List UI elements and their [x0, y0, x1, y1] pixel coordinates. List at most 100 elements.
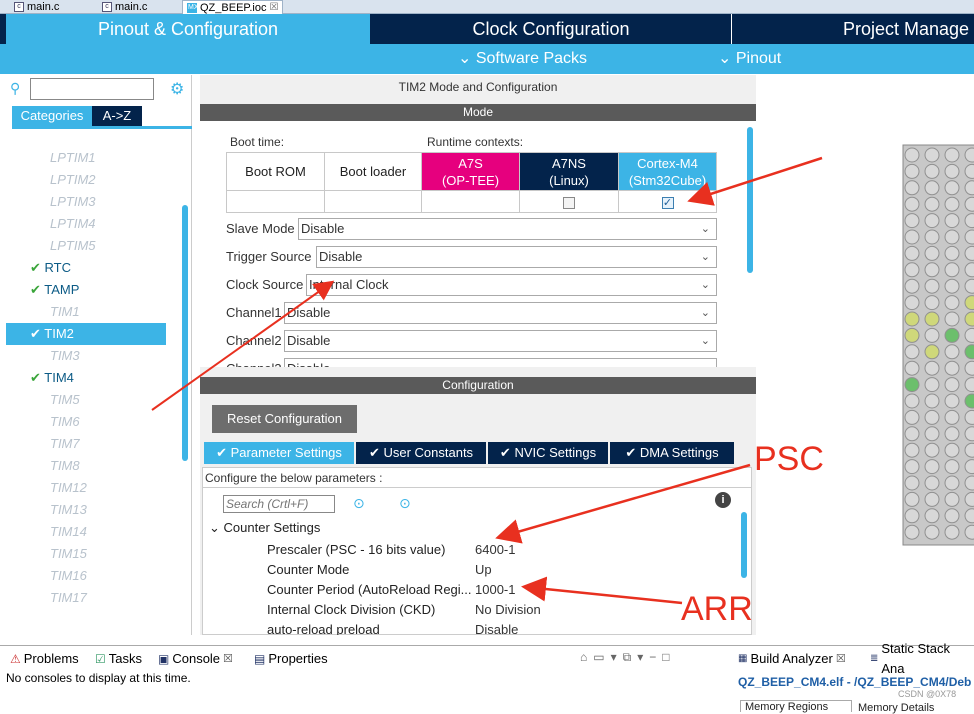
parameter-value[interactable]: Disable — [475, 622, 518, 635]
chip-package[interactable] — [762, 75, 974, 635]
pin-ball[interactable] — [904, 442, 920, 458]
tab-problems[interactable]: ⚠ Problems — [10, 649, 79, 669]
pin-ball[interactable] — [904, 278, 920, 294]
tab-clock-configuration[interactable]: Clock Configuration — [370, 14, 732, 44]
pin-ball[interactable] — [904, 360, 920, 376]
tab-categories[interactable]: Categories — [12, 106, 92, 126]
pin-ball[interactable] — [924, 491, 940, 507]
close-icon[interactable]: ☒ — [269, 2, 278, 14]
parameter-value[interactable]: Up — [475, 562, 492, 577]
pin-ball[interactable] — [924, 196, 940, 212]
pin-ball[interactable] — [904, 475, 920, 491]
pin-ball[interactable] — [964, 147, 974, 163]
next-icon[interactable]: ⊙ — [399, 495, 411, 512]
peripheral-item[interactable]: TIM7 — [6, 433, 166, 455]
tab-project-manager[interactable]: Project Manage — [733, 14, 974, 44]
reset-configuration-button[interactable]: Reset Configuration — [212, 405, 357, 433]
pin-ball[interactable] — [924, 180, 940, 196]
pin-ball[interactable] — [944, 262, 960, 278]
peripheral-item[interactable]: LPTIM2 — [6, 169, 166, 191]
pin-ball[interactable] — [904, 229, 920, 245]
parameter-search-input[interactable] — [223, 495, 335, 513]
pin-ball[interactable] — [964, 327, 974, 343]
peripheral-item[interactable]: TIM6 — [6, 411, 166, 433]
pin-ball[interactable] — [924, 278, 940, 294]
tab-user-constants[interactable]: ✔ User Constants — [356, 442, 486, 464]
pin-ball[interactable] — [924, 213, 940, 229]
cortex-m4-checkbox[interactable]: ✓ — [661, 196, 674, 209]
mode-field-select[interactable]: Disable ⌄ — [284, 358, 717, 367]
pin-ball[interactable] — [964, 491, 974, 507]
peripheral-item[interactable]: TIM15 — [6, 543, 166, 565]
pin-ball[interactable] — [904, 344, 920, 360]
peripheral-item[interactable]: TIM14 — [6, 521, 166, 543]
previous-icon[interactable]: ⊙ — [353, 495, 365, 512]
pin-ball[interactable] — [964, 475, 974, 491]
pin-ball[interactable] — [944, 491, 960, 507]
pin-ball[interactable] — [924, 475, 940, 491]
peripheral-item[interactable]: TIM5 — [6, 389, 166, 411]
peripheral-item[interactable]: LPTIM3 — [6, 191, 166, 213]
peripheral-item[interactable]: ✔ RTC — [6, 257, 166, 279]
tab-a-z[interactable]: A->Z — [92, 106, 142, 126]
pin-ball[interactable] — [904, 213, 920, 229]
pin-ball[interactable] — [964, 229, 974, 245]
pin-ball[interactable] — [904, 163, 920, 179]
pin-ball[interactable] — [924, 393, 940, 409]
pin-ball[interactable] — [944, 377, 960, 393]
parameter-value[interactable]: 6400-1 — [475, 542, 515, 557]
pin-ball[interactable] — [924, 426, 940, 442]
pin-ball[interactable] — [944, 344, 960, 360]
tab-nvic-settings[interactable]: ✔ NVIC Settings — [488, 442, 608, 464]
mode-field-select[interactable]: Disable ⌄ — [284, 302, 717, 324]
pin-ball[interactable] — [904, 327, 920, 343]
pin-ball[interactable] — [904, 262, 920, 278]
a7ns-checkbox[interactable] — [563, 196, 575, 209]
pin-ball[interactable] — [944, 295, 960, 311]
pin-ball[interactable] — [904, 196, 920, 212]
pinout-menu[interactable]: ⌄ Pinout — [718, 44, 781, 74]
pin-ball[interactable] — [944, 180, 960, 196]
tab-parameter-settings[interactable]: ✔ Parameter Settings — [204, 442, 354, 464]
pin-ball[interactable] — [964, 360, 974, 376]
close-icon[interactable]: ☒ — [836, 649, 846, 669]
parameter-value[interactable]: No Division — [475, 602, 541, 617]
pin-ball[interactable] — [904, 393, 920, 409]
pin-ball[interactable] — [944, 245, 960, 261]
pin-ball[interactable] — [924, 245, 940, 261]
pin-ball[interactable] — [944, 229, 960, 245]
tab-pinout-configuration[interactable]: Pinout & Configuration — [6, 14, 370, 44]
pin-ball[interactable] — [924, 360, 940, 376]
tab-memory-regions[interactable]: Memory Regions — [740, 700, 852, 713]
pin-ball[interactable] — [904, 459, 920, 475]
info-icon[interactable]: i — [715, 492, 731, 508]
peripheral-item[interactable]: TIM13 — [6, 499, 166, 521]
pin-ball[interactable] — [904, 426, 920, 442]
pin-ball[interactable] — [924, 229, 940, 245]
pin-ball[interactable] — [904, 180, 920, 196]
parameter-value[interactable]: 1000-1 — [475, 582, 515, 597]
pin-ball[interactable] — [924, 409, 940, 425]
peripheral-item[interactable]: ✔ TIM4 — [6, 367, 166, 389]
mode-field-select[interactable]: Disable ⌄ — [298, 218, 717, 240]
editor-tab-main-c-2[interactable]: c main.c — [98, 0, 151, 14]
editor-tab-ioc[interactable]: MX QZ_BEEP.ioc ☒ — [182, 0, 284, 14]
pin-ball[interactable] — [904, 295, 920, 311]
pin-ball[interactable] — [904, 377, 920, 393]
tab-tasks[interactable]: ☑ Tasks — [95, 649, 142, 669]
pin-ball[interactable] — [964, 377, 974, 393]
peripheral-item[interactable]: LPTIM1 — [6, 147, 166, 169]
pin-ball[interactable] — [944, 360, 960, 376]
peripheral-item[interactable]: LPTIM5 — [6, 235, 166, 257]
pin-ball[interactable] — [924, 377, 940, 393]
peripheral-item[interactable]: TIM12 — [6, 477, 166, 499]
pin-ball[interactable] — [964, 245, 974, 261]
pin-ball[interactable] — [964, 344, 974, 360]
pin-ball[interactable] — [964, 524, 974, 540]
pin-ball[interactable] — [944, 475, 960, 491]
pin-ball[interactable] — [964, 163, 974, 179]
gear-icon[interactable]: ⚙ — [170, 79, 184, 99]
peripheral-item[interactable]: TIM1 — [6, 301, 166, 323]
pin-ball[interactable] — [904, 311, 920, 327]
mode-field-select[interactable]: Disable ⌄ — [316, 246, 717, 268]
